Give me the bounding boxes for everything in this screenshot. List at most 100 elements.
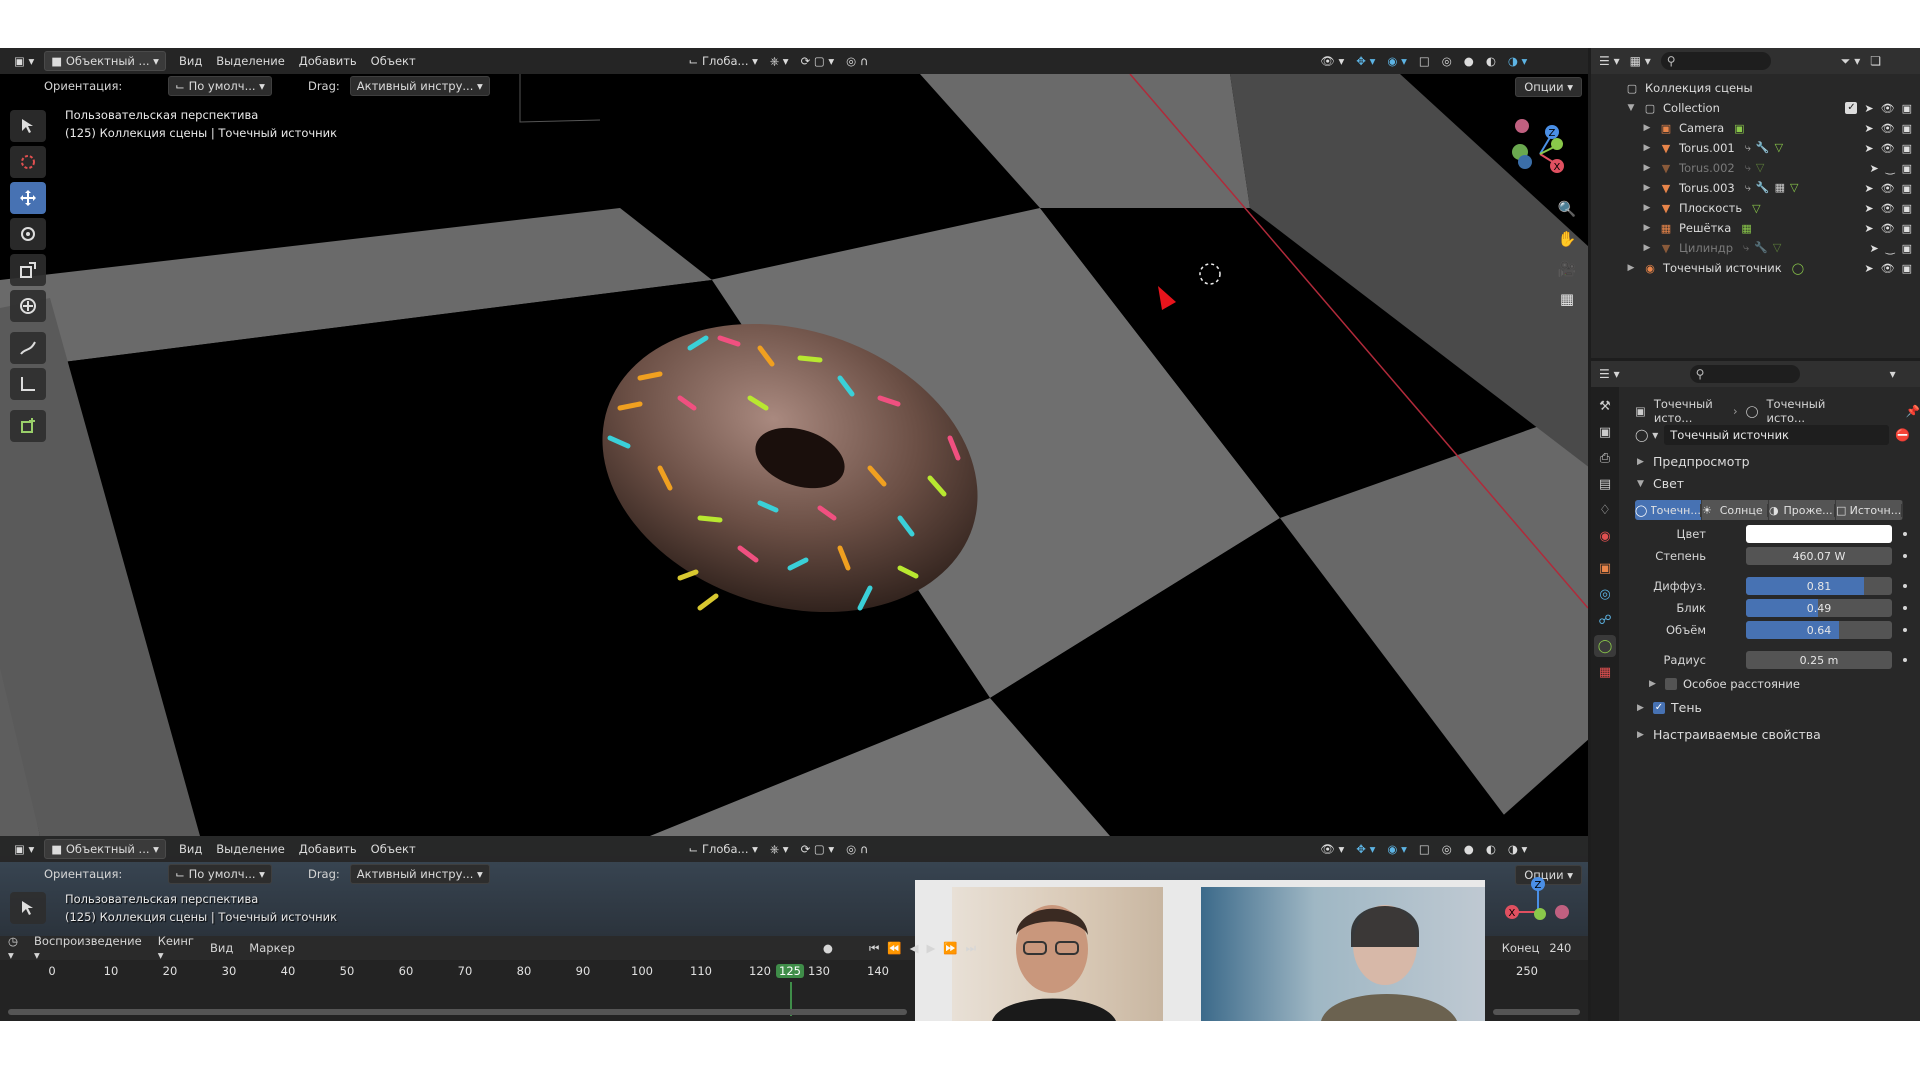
render-camera-icon[interactable]: ▣ [1902, 162, 1912, 175]
eye-icon[interactable]: 👁 [1881, 142, 1895, 155]
menu-view[interactable]: Вид [172, 54, 209, 68]
menu-playback[interactable]: Воспроизведение ▾ [26, 934, 150, 962]
outliner-item-torus003[interactable]: ▶ ▼ Torus.003 ⤷ 🔧 ▦ ▽ ➤ 👁 ▣ [1591, 178, 1920, 198]
move-tool-icon[interactable] [10, 182, 46, 214]
menu-add[interactable]: Добавить [292, 54, 364, 68]
tool-tab-icon[interactable]: ⚒ [1594, 395, 1616, 417]
rotate-tool-icon[interactable] [10, 218, 46, 250]
light-datablock-selector[interactable]: ◯ ▾ Точечный источник ⛔ [1635, 425, 1910, 445]
output-tab-icon[interactable]: ⎙ [1594, 447, 1616, 469]
include-checkbox[interactable]: ✓ [1845, 101, 1858, 114]
outliner-item-camera[interactable]: ▶ ▣ Camera ▣ ➤ 👁 ▣ [1591, 118, 1920, 138]
expand-arrow-icon[interactable]: ▶ [1641, 243, 1653, 253]
keyframe-dot-icon[interactable] [1903, 628, 1907, 632]
shading-rendered-icon-bottom[interactable]: ◑ ▾ [1502, 839, 1533, 859]
select-toggle-icon[interactable]: ➤ [1864, 122, 1873, 135]
menu-add-bottom[interactable]: Добавить [292, 842, 364, 856]
outliner-search-input[interactable]: ⚲ [1660, 52, 1771, 70]
end-frame-field[interactable]: Конец 240 [1485, 936, 1588, 960]
expand-arrow-icon[interactable]: ▶ [1641, 183, 1653, 193]
light-type-point[interactable]: ◯ Точечн... [1635, 500, 1702, 520]
select-toggle-icon[interactable]: ➤ [1864, 142, 1873, 155]
xray-icon-bottom[interactable]: □ [1413, 839, 1436, 859]
cursor-tool-icon[interactable] [10, 146, 46, 178]
transform-tool-icon[interactable] [10, 290, 46, 322]
menu-object[interactable]: Объект [364, 54, 423, 68]
navigation-gizmo[interactable]: Z X [1500, 116, 1570, 186]
xray-icon[interactable]: □ [1413, 51, 1436, 71]
menu-view-bottom[interactable]: Вид [172, 842, 209, 856]
mode-dropdown-bottom[interactable]: ■ Объектный ... ▾ [44, 839, 166, 859]
expand-arrow-icon[interactable]: ▶ [1641, 203, 1653, 213]
texture-tab-icon[interactable]: ▦ [1594, 661, 1616, 683]
scene-tab-icon[interactable]: ♢ [1594, 499, 1616, 521]
render-camera-icon[interactable]: ▣ [1902, 262, 1912, 275]
timeline-scrollbar-right[interactable] [1493, 1009, 1580, 1015]
render-camera-icon[interactable]: ▣ [1902, 122, 1912, 135]
section-shadow[interactable]: ▶ ✓ Тень [1637, 700, 1702, 715]
light-type-icon[interactable]: ◯ ▾ [1635, 428, 1658, 442]
timeline-editor-type-icon[interactable]: ◷ ▾ [0, 934, 26, 962]
render-camera-icon[interactable]: ▣ [1902, 202, 1912, 215]
snap-icon-bottom[interactable]: ⟳ ▢ ▾ [795, 839, 841, 859]
eye-icon[interactable]: 👁 [1881, 102, 1895, 115]
select-tool-icon-bottom[interactable] [10, 892, 46, 924]
outliner-item-lattice[interactable]: ▶ ▦ Решётка ▦ ➤ 👁 ▣ [1591, 218, 1920, 238]
specular-slider[interactable]: 0.49 [1746, 599, 1892, 617]
drag-dropdown[interactable]: Активный инстру... ▾ [349, 76, 490, 96]
radius-field[interactable]: 0.25 m [1746, 651, 1892, 669]
zoom-icon[interactable]: 🔍 [1556, 198, 1578, 220]
physics-tab-icon[interactable]: ◎ [1594, 583, 1616, 605]
expand-arrow-icon[interactable]: ▶ [1641, 143, 1653, 153]
menu-select[interactable]: Выделение [209, 54, 292, 68]
new-collection-icon[interactable]: ❏ [1870, 54, 1881, 68]
expand-arrow-icon[interactable]: ▶ [1641, 163, 1653, 173]
proportional-edit-icon[interactable]: ◎ ∩ [840, 51, 874, 71]
navigation-gizmo-bottom[interactable]: Z X [1500, 872, 1570, 932]
select-toggle-icon[interactable]: ➤ [1864, 202, 1873, 215]
outliner-item-torus001[interactable]: ▶ ▼ Torus.001 ⤷ 🔧 ▽ ➤ 👁 ▣ [1591, 138, 1920, 158]
transform-orientation-dropdown[interactable]: ⌙ Глоба... ▾ [683, 51, 764, 71]
volume-slider[interactable]: 0.64 [1746, 621, 1892, 639]
outliner-item-cylinder[interactable]: ▶ ▼ Цилиндр ⤷ 🔧 ▽ ➤ ‿ ▣ [1591, 238, 1920, 258]
diffuse-slider[interactable]: 0.81 [1746, 577, 1892, 595]
annotate-tool-icon[interactable] [10, 332, 46, 364]
expand-arrow-icon[interactable]: ▶ [1641, 223, 1653, 233]
record-button[interactable]: ● [823, 941, 833, 955]
eye-icon[interactable]: 👁 [1881, 182, 1895, 195]
pivot-icon[interactable]: ⎈ ▾ [764, 51, 795, 71]
render-camera-icon[interactable]: ▣ [1902, 182, 1912, 195]
custom-distance-subpanel[interactable]: ▶ Особое расстояние [1649, 677, 1800, 691]
select-toggle-icon[interactable]: ➤ [1870, 242, 1879, 255]
measure-tool-icon[interactable] [10, 368, 46, 400]
menu-marker[interactable]: Маркер [241, 941, 303, 955]
eye-icon[interactable]: 👁 [1881, 122, 1895, 135]
select-toggle-icon[interactable]: ➤ [1864, 222, 1873, 235]
menu-keying[interactable]: Кеинг ▾ [150, 934, 202, 962]
eye-icon[interactable]: 👁 [1881, 222, 1895, 235]
properties-search-input[interactable]: ⚲ [1689, 365, 1800, 383]
expand-arrow-icon[interactable]: ▼ [1625, 103, 1637, 113]
menu-object-bottom[interactable]: Объект [364, 842, 423, 856]
timeline-scrollbar[interactable] [8, 1009, 907, 1015]
custom-distance-checkbox[interactable] [1665, 678, 1677, 690]
object-tab-icon[interactable]: ▣ [1594, 557, 1616, 579]
pin-icon[interactable]: 📌 [1906, 404, 1920, 418]
world-tab-icon[interactable]: ◉ [1594, 525, 1616, 547]
transform-orientation-dropdown-bottom[interactable]: ⌙ Глоба... ▾ [683, 839, 764, 859]
expand-arrow-icon[interactable]: ▶ [1641, 123, 1653, 133]
light-datablock-name[interactable]: Точечный источник [1664, 425, 1890, 445]
pan-hand-icon[interactable]: ✋ [1556, 228, 1578, 250]
outliner-item-plane[interactable]: ▶ ▼ Плоскость ▽ ➤ 👁 ▣ [1591, 198, 1920, 218]
filter-icon[interactable]: ⏷ ▾ [1841, 54, 1860, 69]
ortho-grid-icon[interactable]: ▦ [1556, 288, 1578, 310]
viewport-3d-main[interactable]: ▣ ▾ ■ Объектный ... ▾ Вид Выделение Доба… [0, 48, 1588, 836]
overlay-toggle-icon[interactable]: ◉ ▾ [1381, 51, 1412, 71]
jump-end-icon[interactable]: ⏭ [966, 941, 976, 956]
select-toggle-icon[interactable]: ➤ [1864, 262, 1873, 275]
keyframe-dot-icon[interactable] [1903, 584, 1907, 588]
editor-type-button-bottom[interactable]: ▣ ▾ [8, 839, 40, 859]
visibility-icon-bottom[interactable]: 👁 ▾ [1314, 839, 1350, 859]
outliner-item-torus002[interactable]: ▶ ▼ Torus.002 ⤷ ▽ ➤ ‿ ▣ [1591, 158, 1920, 178]
eye-closed-icon[interactable]: ‿ [1886, 242, 1895, 255]
